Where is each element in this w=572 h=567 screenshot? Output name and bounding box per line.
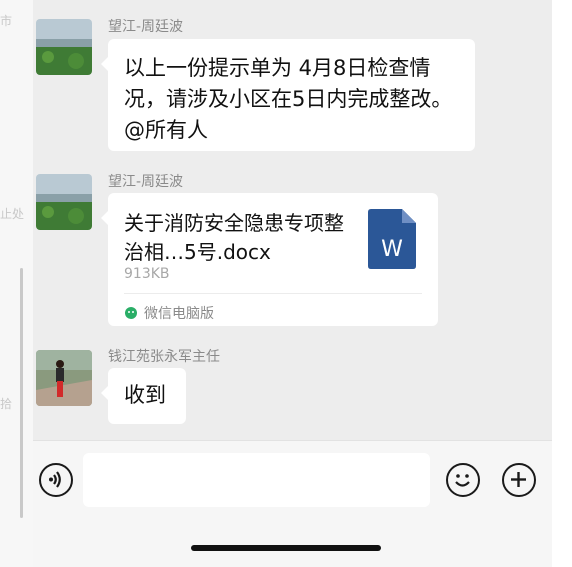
avatar[interactable] bbox=[36, 19, 92, 75]
divider bbox=[124, 293, 422, 294]
plus-button[interactable] bbox=[502, 463, 536, 497]
word-document-icon: W bbox=[368, 209, 416, 269]
background-text: 市 bbox=[0, 14, 13, 28]
edge-strip bbox=[552, 0, 572, 567]
background-text: 拾 bbox=[0, 397, 13, 411]
source-label: 微信电脑版 bbox=[144, 306, 214, 322]
avatar[interactable] bbox=[36, 174, 92, 230]
scrollbar[interactable] bbox=[20, 268, 23, 518]
message-input[interactable] bbox=[83, 453, 430, 507]
background-text: 止处 bbox=[0, 207, 25, 221]
emoji-button[interactable] bbox=[446, 463, 480, 497]
chat-message-list[interactable]: 望江-周廷波 以上一份提示单为 4月8日检查情况，请涉及小区在5日内完成整改。@… bbox=[33, 0, 552, 440]
sender-name: 钱江苑张永军主任 bbox=[108, 349, 220, 365]
word-icon-letter: W bbox=[381, 237, 403, 262]
file-source: 微信电脑版 bbox=[124, 303, 214, 323]
landscape-avatar-image bbox=[36, 19, 92, 75]
message-text: 收到 bbox=[124, 383, 166, 407]
file-size: 913KB bbox=[124, 266, 170, 282]
voice-button[interactable] bbox=[39, 463, 73, 497]
emoji-icon bbox=[455, 474, 470, 487]
file-name: 关于消防安全隐患专项整治相…5号.docx bbox=[124, 211, 344, 264]
file-message-card[interactable]: 关于消防安全隐患专项整治相…5号.docx 913KB W 微信电脑版 bbox=[101, 193, 438, 326]
landscape-avatar-image bbox=[36, 174, 92, 230]
home-indicator bbox=[191, 545, 381, 551]
wechat-pc-icon bbox=[125, 307, 137, 319]
plus-icon bbox=[511, 472, 526, 487]
sender-name: 望江-周廷波 bbox=[108, 174, 184, 190]
person-avatar-image bbox=[36, 350, 92, 406]
message-bubble[interactable]: 收到 bbox=[101, 368, 186, 424]
sender-name: 望江-周廷波 bbox=[108, 19, 184, 35]
avatar[interactable] bbox=[36, 350, 92, 406]
voice-icon bbox=[49, 471, 61, 488]
message-bubble[interactable]: 以上一份提示单为 4月8日检查情况，请涉及小区在5日内完成整改。@所有人 bbox=[101, 39, 475, 151]
chat-input-bar bbox=[33, 440, 552, 567]
message-text: 以上一份提示单为 4月8日检查情况，请涉及小区在5日内完成整改。@所有人 bbox=[124, 56, 453, 142]
background-window-strip: 市 止处 拾 bbox=[0, 0, 33, 567]
